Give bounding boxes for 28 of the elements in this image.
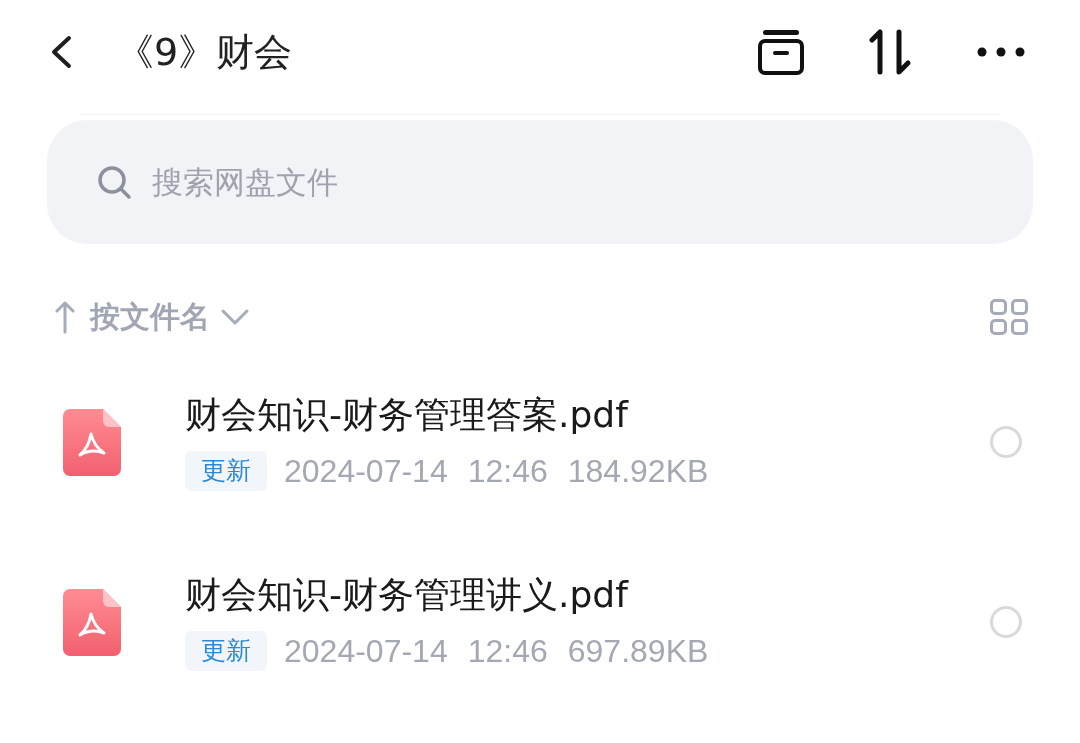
radio-circle-icon[interactable] [990,606,1022,638]
up-arrow-icon [55,300,75,334]
search-field[interactable]: 搜索网盘文件 [152,158,993,206]
search-bar[interactable]: 搜索网盘文件 [47,120,1033,244]
grid-icon [990,299,1028,335]
update-badge: 更新 [185,631,267,671]
pdf-file-icon [63,408,121,476]
archive-button[interactable] [757,29,805,75]
search-icon [97,164,132,200]
file-size: 184.92KB [567,452,709,490]
more-dots-icon [977,47,1025,57]
file-time: 12:46 [467,452,548,490]
radio-circle-icon[interactable] [990,426,1022,458]
more-button[interactable] [977,47,1025,57]
archive-box-icon [757,29,805,75]
back-button[interactable] [50,35,72,69]
file-time: 12:46 [467,632,548,670]
folder-title: 《9》财会 [116,29,293,75]
file-name: 财会知识-财务管理答案.pdf [185,393,628,437]
update-badge: 更新 [185,451,267,491]
pdf-file-icon [63,588,121,656]
chevron-down-icon [220,308,250,326]
file-name: 财会知识-财务管理讲义.pdf [185,573,628,617]
back-chevron-icon [50,35,72,69]
file-date: 2024-07-14 [284,452,448,490]
sort-button[interactable] [868,29,912,75]
file-size: 697.89KB [567,632,709,670]
file-date: 2024-07-14 [284,632,448,670]
